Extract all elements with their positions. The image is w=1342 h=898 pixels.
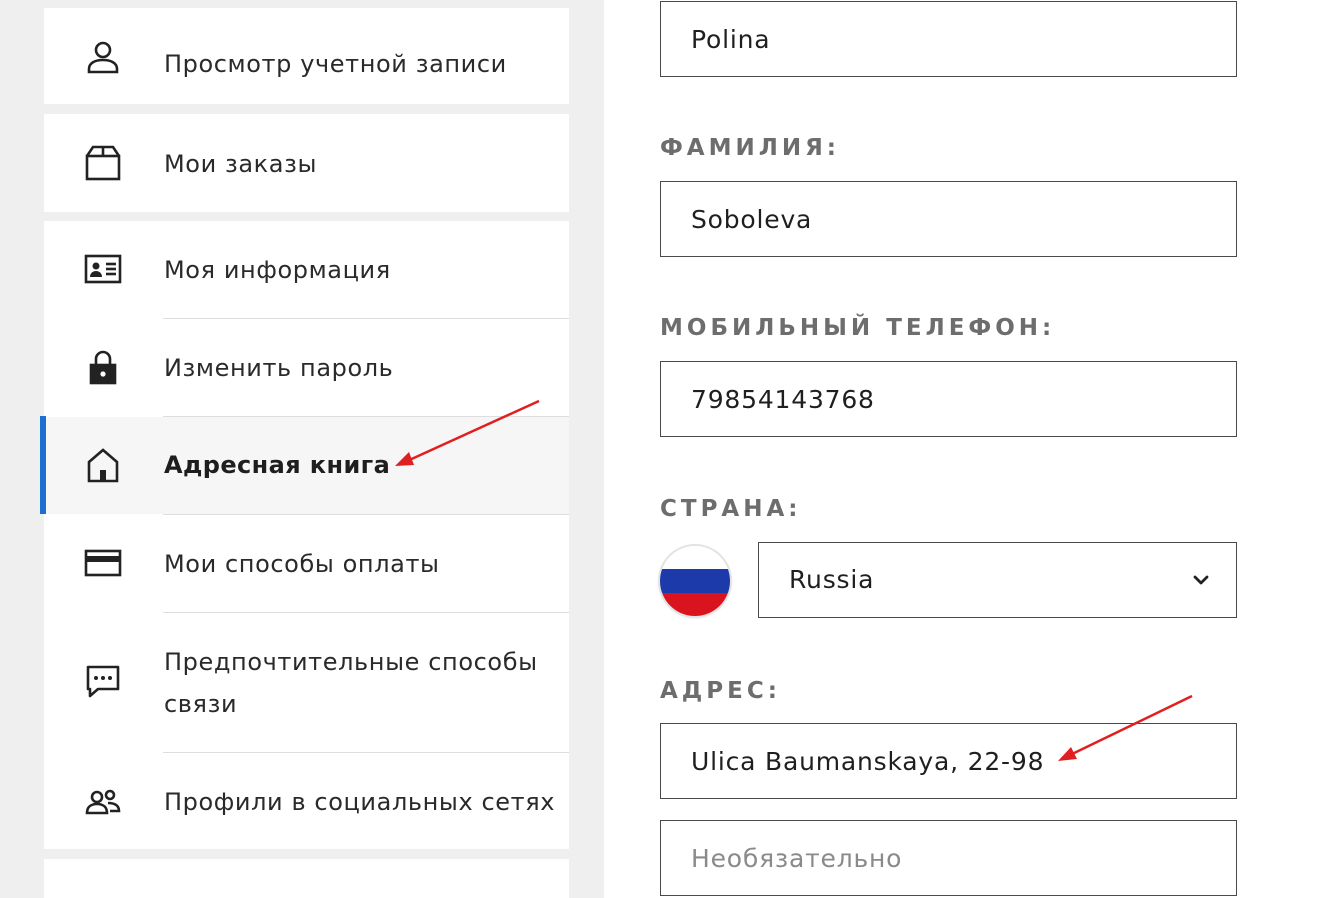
- home-icon: [84, 446, 122, 484]
- active-indicator: [40, 416, 46, 514]
- sidebar-item-orders[interactable]: Мои заказы: [44, 114, 569, 212]
- sidebar-item-payment-methods[interactable]: Мои способы оплаты: [44, 515, 569, 613]
- chat-icon: [84, 662, 122, 700]
- last-name-input[interactable]: [660, 181, 1237, 257]
- mobile-phone-input[interactable]: [660, 361, 1237, 437]
- first-name-input[interactable]: [660, 1, 1237, 77]
- lock-icon: [84, 348, 122, 386]
- sidebar-item-label: Просмотр учетной записи: [164, 50, 507, 78]
- last-name-label: ФАМИЛИЯ:: [660, 135, 841, 161]
- country-select-value: Russia: [789, 565, 875, 594]
- sidebar-item-label: Моя информация: [164, 256, 391, 284]
- russia-flag-icon: [660, 546, 730, 616]
- id-card-icon: [84, 250, 122, 288]
- sidebar-item-label: Предпочтительные способы связи: [164, 648, 538, 718]
- chevron-down-icon: [1192, 571, 1210, 589]
- sidebar-item-account-overview[interactable]: Просмотр учетной записи: [44, 8, 569, 104]
- users-icon: [84, 783, 122, 821]
- sidebar-item-label: Мои способы оплаты: [164, 550, 440, 578]
- sidebar-item-label: Профили в социальных сетях: [164, 788, 556, 816]
- country-label: СТРАНА:: [660, 496, 802, 522]
- box-icon: [84, 144, 122, 182]
- credit-card-icon: [84, 544, 122, 582]
- sidebar-item-label: Мои заказы: [164, 150, 317, 178]
- sidebar-item-social-profiles[interactable]: Профили в социальных сетях: [44, 753, 569, 849]
- mobile-phone-label: МОБИЛЬНЫЙ ТЕЛЕФОН:: [660, 315, 1056, 341]
- address-line1-input[interactable]: [660, 723, 1237, 799]
- sidebar-item-address-book[interactable]: Адресная книга: [44, 417, 569, 515]
- user-icon: [84, 38, 122, 76]
- address-label: АДРЕС:: [660, 678, 781, 704]
- sidebar-item-label: Изменить пароль: [164, 354, 394, 382]
- country-select[interactable]: Russia: [758, 542, 1237, 618]
- sidebar-item-contact-preferences[interactable]: Предпочтительные способы связи: [44, 613, 569, 753]
- sidebar-item-change-password[interactable]: Изменить пароль: [44, 319, 569, 417]
- sidebar-item-my-info[interactable]: Моя информация: [44, 221, 569, 319]
- sidebar-item-label: Адресная книга: [164, 451, 391, 479]
- address-line2-input[interactable]: [660, 820, 1237, 896]
- sidebar-card-bottom: [44, 859, 569, 898]
